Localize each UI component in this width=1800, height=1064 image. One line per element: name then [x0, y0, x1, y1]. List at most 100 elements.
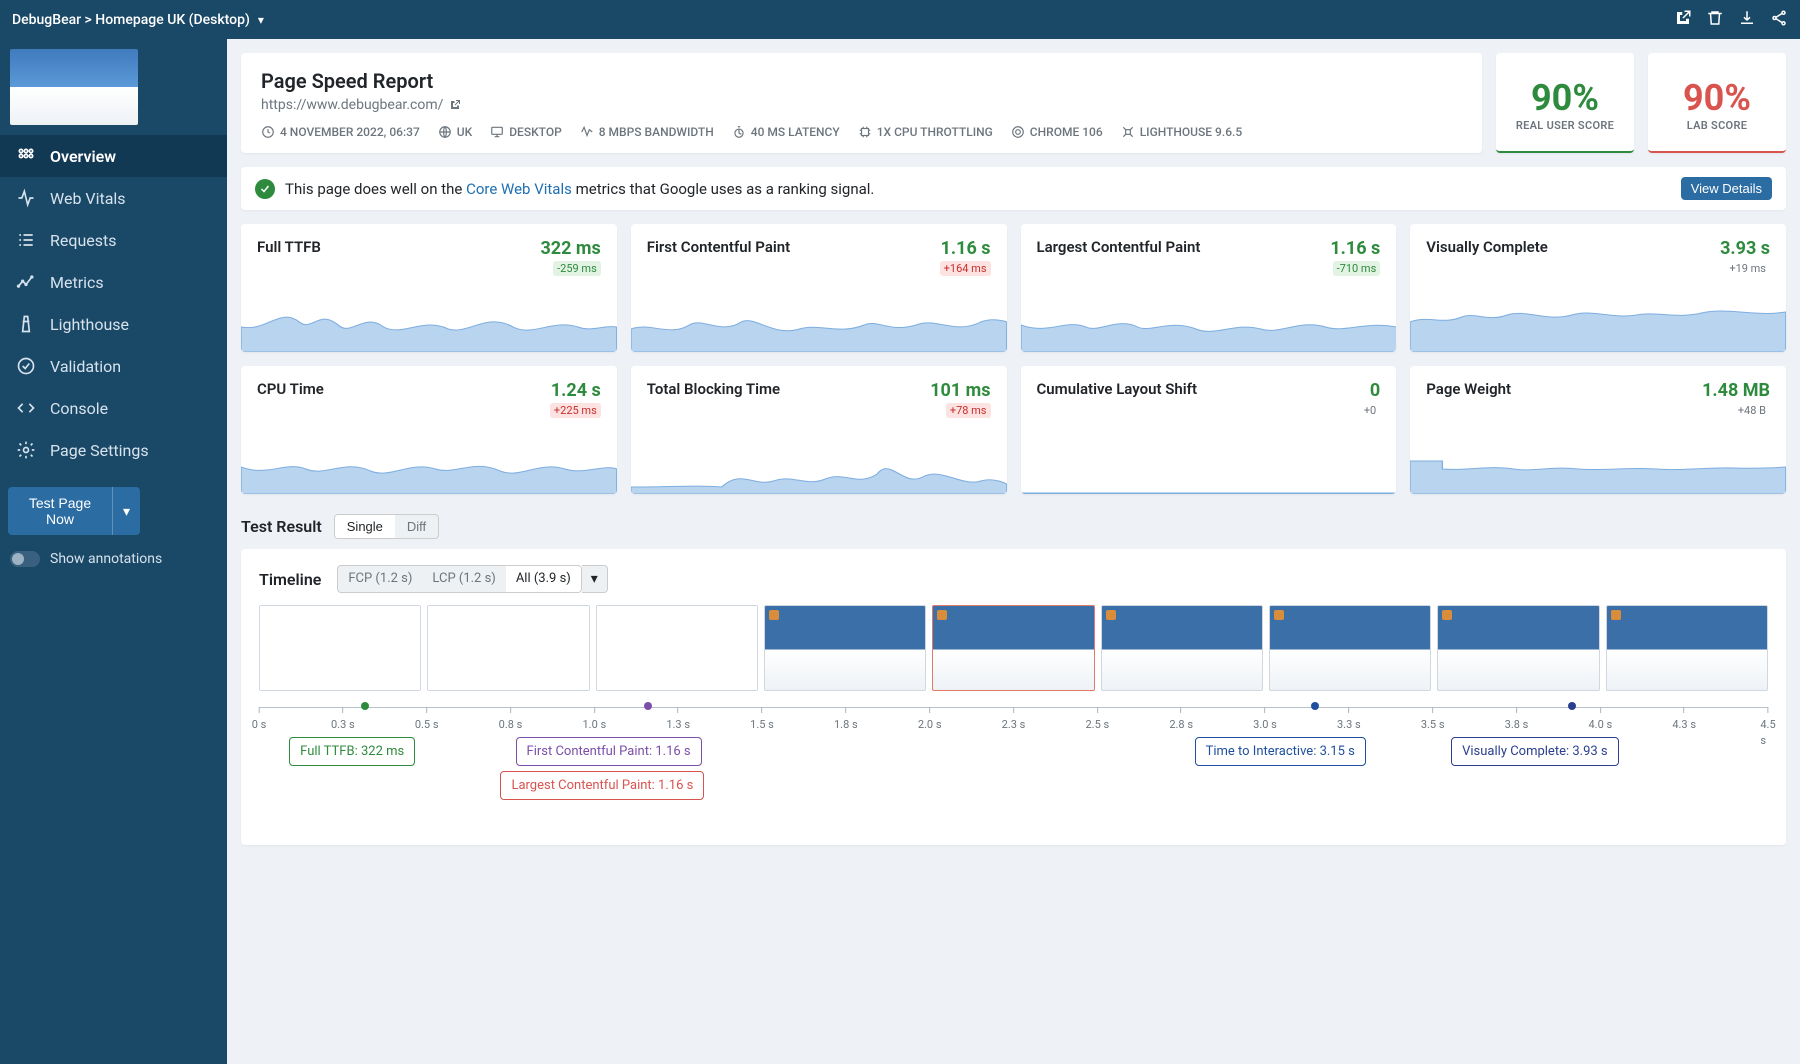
report-meta: 4 NOVEMBER 2022, 06:37 UK DESKTOP 8 MBPS…: [261, 125, 1462, 139]
open-external-icon[interactable]: [1674, 9, 1692, 31]
axis-tick: 3.5 s: [1421, 707, 1445, 732]
metric-card[interactable]: Largest Contentful Paint 1.16 s -710 ms: [1021, 224, 1397, 352]
cpu-icon: [858, 125, 872, 139]
metric-delta: +48 B: [1734, 403, 1770, 418]
timeline-tab-lcp[interactable]: LCP (1.2 s): [422, 566, 505, 592]
trash-icon[interactable]: [1706, 9, 1724, 31]
filmstrip-frame-lcp[interactable]: [932, 605, 1094, 691]
filmstrip-frame[interactable]: [1437, 605, 1599, 691]
lab-score-card[interactable]: 90% LAB SCORE: [1648, 53, 1786, 153]
chrome-icon: [1011, 125, 1025, 139]
list-icon: [16, 230, 36, 250]
nav-label: Web Vitals: [50, 189, 126, 208]
breadcrumb[interactable]: DebugBear > Homepage UK (Desktop) ▾: [12, 12, 264, 28]
metric-card[interactable]: Visually Complete 3.93 s +19 ms: [1410, 224, 1786, 352]
page-thumbnail[interactable]: [10, 49, 217, 125]
chevron-down-icon[interactable]: ▾: [112, 487, 140, 535]
metric-value: 1.16 s: [940, 238, 991, 259]
callout-fcp: First Contentful Paint: 1.16 s: [516, 737, 702, 766]
metric-card[interactable]: Total Blocking Time 101 ms +78 ms: [631, 366, 1007, 494]
axis-tick: 3.8 s: [1505, 707, 1529, 732]
axis-tick: 1.5 s: [750, 707, 774, 732]
filmstrip-frame[interactable]: [764, 605, 926, 691]
report-url[interactable]: https://www.debugbear.com/: [261, 97, 1462, 113]
axis-tick: 4.3 s: [1672, 707, 1696, 732]
timeline-card: Timeline FCP (1.2 s) LCP (1.2 s) All (3.…: [241, 549, 1786, 845]
metric-card[interactable]: First Contentful Paint 1.16 s +164 ms: [631, 224, 1007, 352]
bandwidth-icon: [580, 125, 594, 139]
sidebar-item-page-settings[interactable]: Page Settings: [0, 429, 227, 471]
filmstrip-frame[interactable]: [427, 605, 589, 691]
sidebar: Overview Web Vitals Requests Metrics Lig…: [0, 39, 227, 1064]
filmstrip-frame[interactable]: [596, 605, 758, 691]
show-annotations-toggle[interactable]: Show annotations: [0, 545, 227, 573]
callout-ttfb: Full TTFB: 322 ms: [289, 737, 415, 766]
vitals-text: This page does well on the Core Web Vita…: [285, 180, 874, 198]
tick-label: 4.0 s: [1588, 718, 1612, 731]
download-icon[interactable]: [1738, 9, 1756, 31]
filmstrip-frame[interactable]: [1269, 605, 1431, 691]
breadcrumb-text: DebugBear > Homepage UK (Desktop): [12, 12, 250, 28]
filmstrip-frame[interactable]: [1606, 605, 1768, 691]
metric-delta: +78 ms: [946, 403, 991, 418]
metric-name: Full TTFB: [257, 238, 321, 256]
sparkline: [241, 297, 617, 352]
timeline-tab-all[interactable]: All (3.9 s): [506, 566, 581, 592]
metric-name: Page Weight: [1426, 380, 1511, 398]
metric-name: Cumulative Layout Shift: [1037, 380, 1198, 398]
sidebar-item-lighthouse[interactable]: Lighthouse: [0, 303, 227, 345]
metric-card[interactable]: Full TTFB 322 ms -259 ms: [241, 224, 617, 352]
sidebar-item-requests[interactable]: Requests: [0, 219, 227, 261]
tab-diff[interactable]: Diff: [395, 515, 438, 538]
nav-label: Overview: [50, 147, 116, 166]
switch-icon: [10, 551, 40, 567]
sparkline: [631, 297, 1007, 352]
sidebar-item-overview[interactable]: Overview: [0, 135, 227, 177]
nav-label: Console: [50, 399, 108, 418]
axis-tick: 0.5 s: [415, 707, 439, 732]
metric-card[interactable]: Cumulative Layout Shift 0 +0: [1021, 366, 1397, 494]
sparkline: [631, 439, 1007, 494]
metric-name: First Contentful Paint: [647, 238, 790, 256]
metric-delta: -710 ms: [1333, 261, 1381, 276]
page-title: Page Speed Report: [261, 69, 1462, 93]
lighthouse-icon: [1121, 125, 1135, 139]
tab-single[interactable]: Single: [335, 515, 395, 538]
grid-icon: [16, 146, 36, 166]
metric-value: 0: [1360, 380, 1380, 401]
vitals-banner: This page does well on the Core Web Vita…: [241, 167, 1786, 210]
axis-tick: 3.3 s: [1337, 707, 1361, 732]
metric-value: 1.48 MB: [1702, 380, 1770, 401]
timeline-tab-fcp[interactable]: FCP (1.2 s): [338, 566, 422, 592]
timeline-dropdown[interactable]: ▾: [582, 565, 608, 593]
score-label: LAB SCORE: [1687, 119, 1748, 132]
metric-name: Largest Contentful Paint: [1037, 238, 1201, 256]
report-header-card: Page Speed Report https://www.debugbear.…: [241, 53, 1482, 153]
real-user-score-card[interactable]: 90% REAL USER SCORE: [1496, 53, 1634, 153]
sidebar-item-validation[interactable]: Validation: [0, 345, 227, 387]
share-icon[interactable]: [1770, 9, 1788, 31]
metric-card[interactable]: Page Weight 1.48 MB +48 B: [1410, 366, 1786, 494]
filmstrip-frame[interactable]: [259, 605, 421, 691]
sidebar-item-metrics[interactable]: Metrics: [0, 261, 227, 303]
callout-tti: Time to Interactive: 3.15 s: [1195, 737, 1366, 766]
check-circle-icon: [16, 356, 36, 376]
code-icon: [16, 398, 36, 418]
timeline-callouts: Full TTFB: 322 ms First Contentful Paint…: [259, 737, 1768, 817]
metric-delta: +0: [1360, 403, 1380, 418]
sidebar-item-console[interactable]: Console: [0, 387, 227, 429]
tick-label: 1.5 s: [750, 718, 774, 731]
view-details-button[interactable]: View Details: [1681, 177, 1772, 200]
tick-label: 3.8 s: [1505, 718, 1529, 731]
tick-label: 3.0 s: [1253, 718, 1277, 731]
lighthouse-icon: [16, 314, 36, 334]
metric-card[interactable]: CPU Time 1.24 s +225 ms: [241, 366, 617, 494]
nav-label: Lighthouse: [50, 315, 129, 334]
axis-tick: 0 s: [252, 707, 267, 732]
tick-label: 2.3 s: [1002, 718, 1026, 731]
test-page-now-button[interactable]: Test Page Now ▾: [8, 487, 140, 535]
sidebar-item-web-vitals[interactable]: Web Vitals: [0, 177, 227, 219]
core-web-vitals-link[interactable]: Core Web Vitals: [466, 180, 572, 198]
filmstrip-frame[interactable]: [1101, 605, 1263, 691]
content-area: Page Speed Report https://www.debugbear.…: [227, 39, 1800, 1064]
